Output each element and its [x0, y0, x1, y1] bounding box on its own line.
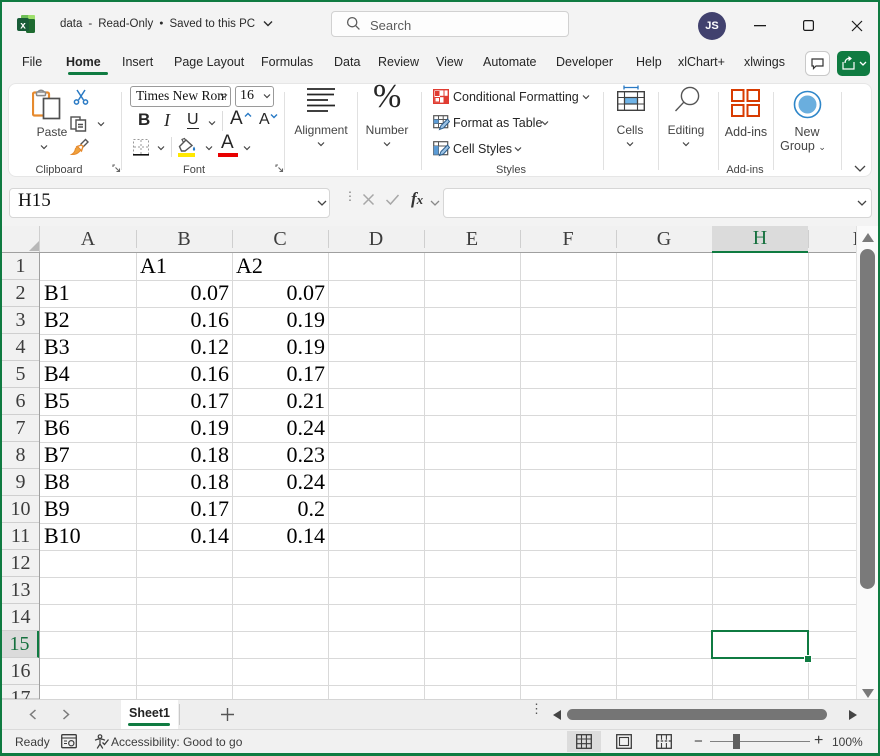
svg-text:x: x	[20, 21, 26, 32]
